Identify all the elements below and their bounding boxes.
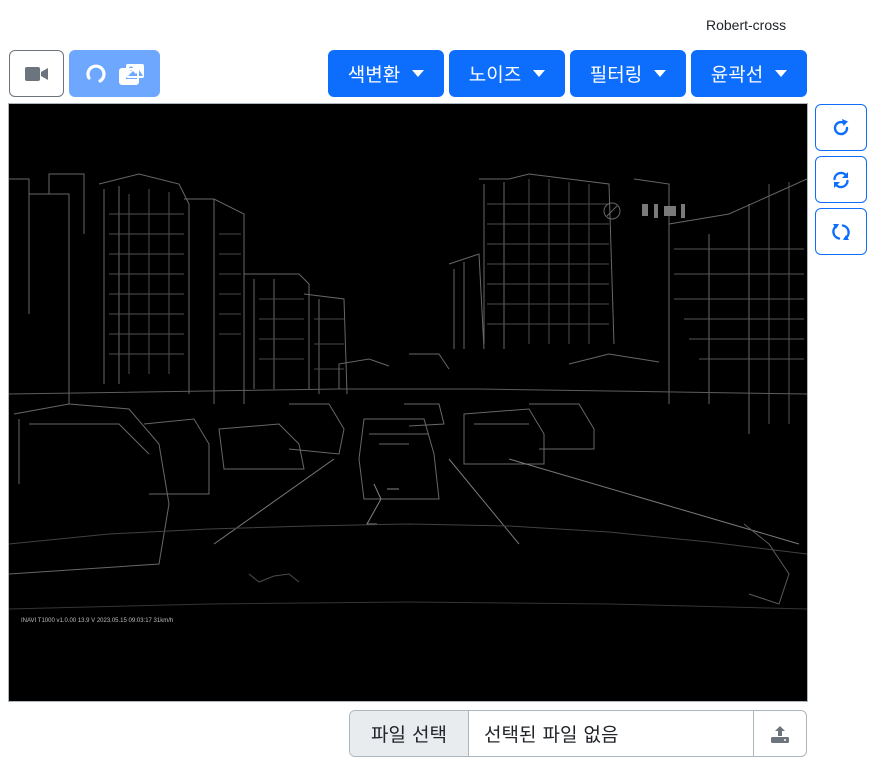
images-icon [118, 63, 144, 85]
file-input-group[interactable]: 파일 선택 선택된 파일 없음 [349, 710, 807, 757]
rotate-right-button[interactable] [815, 104, 867, 151]
video-camera-icon [24, 66, 48, 81]
selected-file-name: 선택된 파일 없음 [484, 724, 619, 746]
caret-down-icon [654, 70, 667, 77]
upload-icon [771, 725, 789, 743]
caret-down-icon [533, 70, 546, 77]
dashcam-overlay-text: INAVI T1000 v1.0.00 13.9 V 2023.05.15 09… [21, 618, 173, 624]
filter-status-label: Robert-cross [706, 17, 787, 33]
noise-dropdown[interactable]: 노이즈 [449, 50, 565, 97]
upload-button[interactable] [753, 711, 806, 756]
refresh-button[interactable] [815, 156, 867, 203]
caret-down-icon [775, 70, 788, 77]
choose-file-button[interactable]: 파일 선택 [350, 711, 469, 756]
sync-icon [833, 171, 849, 188]
flip-button[interactable] [815, 208, 867, 255]
undo-icon [85, 63, 106, 83]
dropdown-label: 필터링 [589, 64, 643, 86]
filtering-dropdown[interactable]: 필터링 [570, 50, 686, 97]
camera-button[interactable] [9, 50, 64, 97]
image-tools-button[interactable] [69, 50, 160, 97]
dropdown-label: 윤곽선 [710, 64, 764, 86]
color-convert-dropdown[interactable]: 색변환 [328, 50, 444, 97]
edge-detected-image: INAVI T1000 v1.0.00 13.9 V 2023.05.15 09… [9, 104, 807, 701]
dropdown-label: 노이즈 [468, 64, 522, 86]
rotate-both-icon [832, 223, 850, 240]
caret-down-icon [412, 70, 425, 77]
contour-dropdown[interactable]: 윤곽선 [691, 50, 807, 97]
dropdown-label: 색변환 [347, 64, 401, 86]
image-canvas[interactable]: INAVI T1000 v1.0.00 13.9 V 2023.05.15 09… [8, 103, 808, 702]
rotate-cw-icon [833, 118, 849, 135]
